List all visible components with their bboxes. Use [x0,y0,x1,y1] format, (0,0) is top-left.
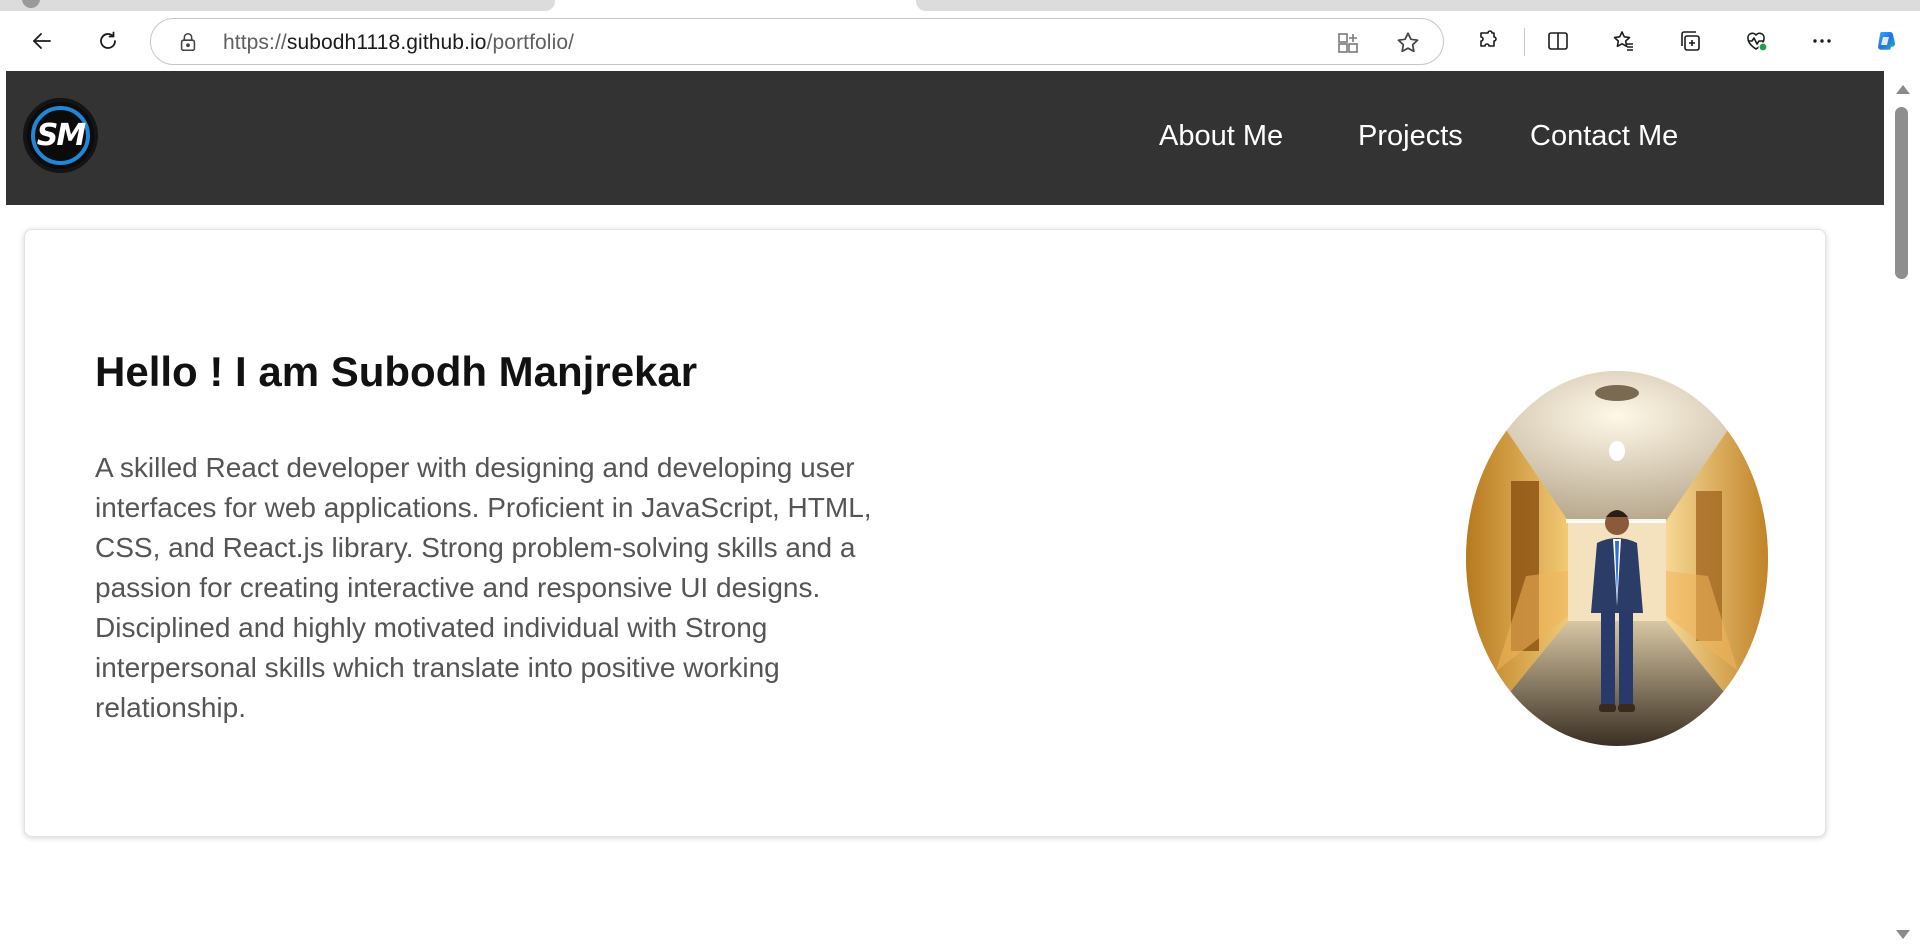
browser-tab[interactable] [916,0,1920,11]
url-text[interactable]: https://subodh1118.github.io/portfolio/ [223,31,574,55]
favorites-icon [1613,31,1633,51]
extensions-icon [1480,30,1497,47]
collections-icon [1681,31,1700,51]
favorites-button[interactable] [1604,21,1644,61]
nav-link-contact[interactable]: Contact Me [1530,120,1678,153]
favorite-star-icon[interactable] [1395,30,1421,56]
browser-essentials-button[interactable] [1736,21,1776,61]
more-button[interactable] [1802,21,1842,61]
scroll-down-arrow-icon[interactable] [1896,930,1910,939]
nav-link-projects[interactable]: Projects [1358,120,1463,153]
hero-card: Hello ! I am Subodh Manjrekar A skilled … [24,229,1826,837]
tab-strip [0,0,1920,12]
extensions-button[interactable] [1468,21,1508,61]
page-viewport: SM About Me Projects Contact Me Hello ! … [6,71,1884,949]
site-navbar: SM About Me Projects Contact Me [6,71,1884,205]
nav-link-about[interactable]: About Me [1159,120,1283,153]
back-button[interactable] [22,21,62,61]
split-screen-icon [1548,32,1568,50]
browser-tab-active[interactable] [0,0,555,11]
hero-description: A skilled React developer with designing… [95,452,872,723]
address-bar[interactable]: https://subodh1118.github.io/portfolio/ [150,18,1444,65]
back-icon [33,33,51,49]
refresh-button[interactable] [88,21,128,61]
refresh-icon [100,31,116,49]
copilot-icon [1877,31,1896,50]
split-screen-button[interactable] [1538,21,1578,61]
site-logo[interactable]: SM [23,98,98,173]
more-icon [1813,39,1831,43]
collections-button[interactable] [1670,21,1710,61]
hero-title: Hello ! I am Subodh Manjrekar [95,348,698,395]
tab-favicon [22,0,40,8]
toolbar-divider [1524,28,1525,56]
profile-photo [1466,371,1768,746]
browser-toolbar: https://subodh1118.github.io/portfolio/ [0,12,1920,71]
page-scrollbar[interactable] [1884,71,1920,949]
scrollbar-thumb[interactable] [1895,107,1908,279]
app-available-icon[interactable] [1335,30,1361,56]
scroll-up-arrow-icon[interactable] [1896,85,1910,94]
lock-icon[interactable] [177,31,199,53]
logo-monogram: SM [36,118,86,153]
copilot-button[interactable] [1866,21,1906,61]
browser-essentials-icon [1747,32,1768,52]
